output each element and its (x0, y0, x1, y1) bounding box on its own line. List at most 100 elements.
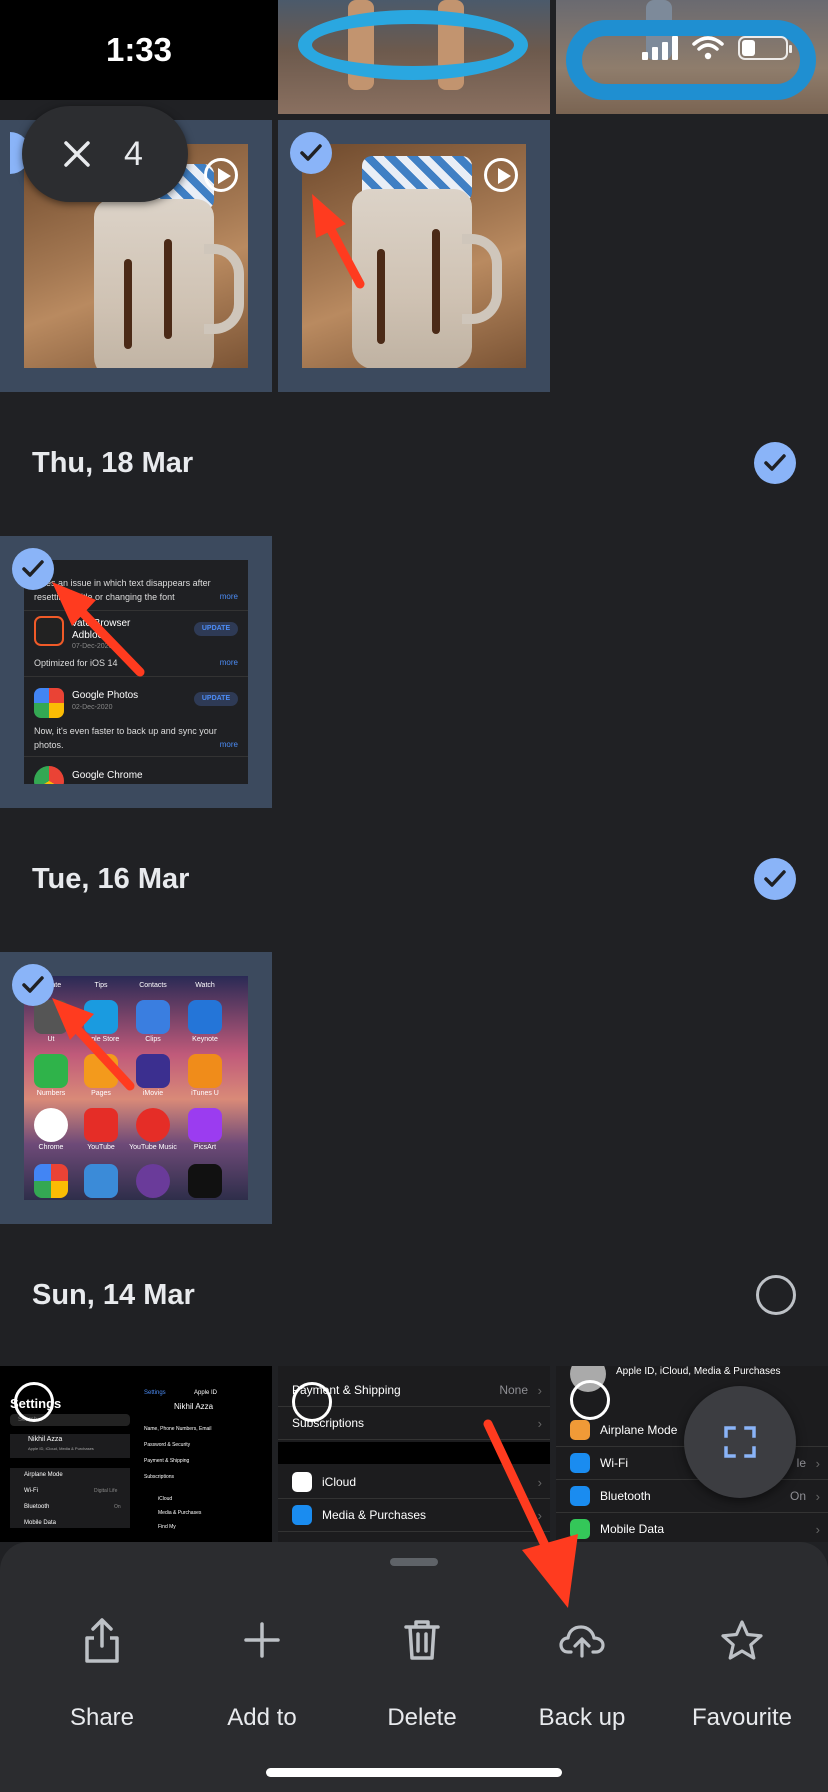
screenshot-text: Nikhil Azza (28, 1436, 63, 1443)
screenshot-text: Payment & Shipping (144, 1458, 190, 1464)
screenshot-text: UPDATE (194, 692, 238, 706)
date-label: Thu, 18 Mar (32, 446, 194, 479)
annotation-arrow (52, 998, 135, 1091)
select-circle-icon[interactable] (570, 1380, 610, 1420)
favourite-button[interactable]: Favourite (662, 1612, 822, 1742)
screenshot-text: Wi-Fi (24, 1488, 38, 1494)
screenshot-text: 02-Dec-2020 (72, 704, 113, 711)
screenshot-text: le (796, 1456, 806, 1470)
annotation-arrow (483, 1419, 578, 1608)
app-icon (136, 1164, 170, 1198)
screenshot-text: Airplane Mode (24, 1472, 63, 1478)
date-header: Sun, 14 Mar (0, 1245, 828, 1345)
screenshot-text: Google Photos (72, 690, 139, 701)
home-indicator (266, 1768, 562, 1777)
screenshot-text: iTunes U (191, 1090, 219, 1097)
screenshot-text: more (219, 740, 238, 749)
screenshot-text: UPDATE (194, 622, 238, 636)
cloud-upload-icon (559, 1625, 605, 1658)
app-icon (188, 1108, 222, 1142)
app-icon (84, 1108, 118, 1142)
app-icon (34, 1108, 68, 1142)
app-store-icon (292, 1505, 312, 1525)
date-header: Thu, 18 Mar (0, 413, 828, 513)
signal-icon (642, 36, 678, 60)
screenshot-text: Google Chrome (72, 770, 143, 781)
action-label: Back up (538, 1704, 626, 1731)
photo-thumbnail[interactable]: Settings Search Nikhil Azza Apple ID, iC… (0, 1366, 272, 1542)
action-label: Delete (387, 1704, 457, 1731)
add-to-button[interactable]: Add to (182, 1612, 342, 1742)
select-all-check-icon[interactable] (754, 442, 796, 484)
select-circle-icon[interactable] (292, 1382, 332, 1422)
annotation-arrow (312, 194, 365, 289)
annotation-arrow (52, 582, 145, 677)
date-header: Tue, 16 Mar (0, 829, 828, 929)
status-time: 1:33 (0, 0, 278, 100)
video-play-icon (204, 158, 238, 192)
selection-bar: 4 (22, 106, 188, 202)
screenshot-text: None (499, 1383, 528, 1397)
photo-content: Settings Apple ID Nikhil Azza Name, Phon… (138, 1368, 270, 1542)
screenshot-text: Mobile Data (600, 1522, 665, 1536)
back-up-button[interactable]: Back up (502, 1612, 662, 1742)
screenshot-text: photos. (34, 740, 64, 750)
select-all-circle-icon[interactable] (756, 1275, 796, 1315)
date-label: Sun, 14 Mar (32, 1278, 195, 1311)
icloud-icon (292, 1472, 312, 1492)
app-icon (84, 1164, 118, 1198)
wifi-icon (692, 36, 724, 60)
action-label: Add to (227, 1704, 297, 1731)
photo-content (298, 10, 528, 80)
screenshot-text: Wi-Fi (600, 1456, 628, 1470)
screenshot-text: iCloud (322, 1475, 357, 1489)
video-play-icon (484, 158, 518, 192)
app-icon (136, 1000, 170, 1034)
screenshot-text: YouTube Music (129, 1144, 177, 1151)
screenshot-text: Nikhil Azza (174, 1402, 214, 1411)
screenshot-text: more (219, 592, 238, 601)
action-sheet: Share Add to Delete Back up Favourite (0, 1542, 828, 1792)
screenshot-text: Apple ID (194, 1390, 218, 1396)
delete-button[interactable]: Delete (342, 1612, 502, 1742)
screenshot-text: Mobile Data (24, 1520, 57, 1526)
photo-content (566, 20, 816, 100)
share-button[interactable]: Share (22, 1612, 182, 1742)
screenshot-text: Apple ID, iCloud, Media & Purchases (616, 1366, 781, 1377)
screenshot-text: YouTube (87, 1144, 115, 1151)
screenshot-text: Airplane Mode (600, 1423, 678, 1437)
screenshot-text: iCloud (158, 1496, 173, 1502)
select-all-check-icon[interactable] (754, 858, 796, 900)
action-label: Favourite (691, 1704, 793, 1731)
trash-icon (404, 1620, 440, 1660)
action-label: Share (69, 1704, 135, 1731)
screenshot-text: Chrome (38, 1144, 64, 1151)
screenshot-text: Find My (158, 1524, 176, 1530)
app-icon (136, 1054, 170, 1088)
screenshot-text: more (219, 658, 238, 667)
select-circle-icon[interactable] (14, 1382, 54, 1422)
app-icon (188, 1054, 222, 1088)
google-photos-icon (34, 688, 64, 718)
screenshot-text: Media & Purchases (158, 1510, 202, 1516)
app-icon (136, 1108, 170, 1142)
google-photos-selection-screen: 1:33 4 Thu, 18 Mar Fixes an issue in whi… (0, 0, 828, 1792)
app-icon (34, 1164, 68, 1198)
selected-check-icon[interactable] (290, 132, 332, 174)
photo-thumbnail[interactable] (278, 0, 550, 114)
sheet-drag-handle[interactable] (390, 1558, 438, 1566)
status-icons (642, 36, 792, 60)
screenshot-text: Keynote (192, 1036, 218, 1043)
screenshot-text: Bluetooth (24, 1504, 50, 1510)
expand-button[interactable] (684, 1386, 796, 1498)
close-icon[interactable] (62, 139, 92, 169)
screenshot-text: On (789, 1489, 806, 1503)
app-icon (188, 1164, 222, 1198)
app-icon (188, 1000, 222, 1034)
screenshot-text: PicsArt (193, 1144, 217, 1151)
date-label: Tue, 16 Mar (32, 862, 190, 895)
screenshot-text: Now, it's even faster to back up and syn… (34, 726, 217, 736)
screenshot-text: Digital Life (94, 1488, 118, 1494)
fullscreen-icon (724, 1426, 756, 1458)
screenshot-text: Subscriptions (144, 1474, 175, 1480)
